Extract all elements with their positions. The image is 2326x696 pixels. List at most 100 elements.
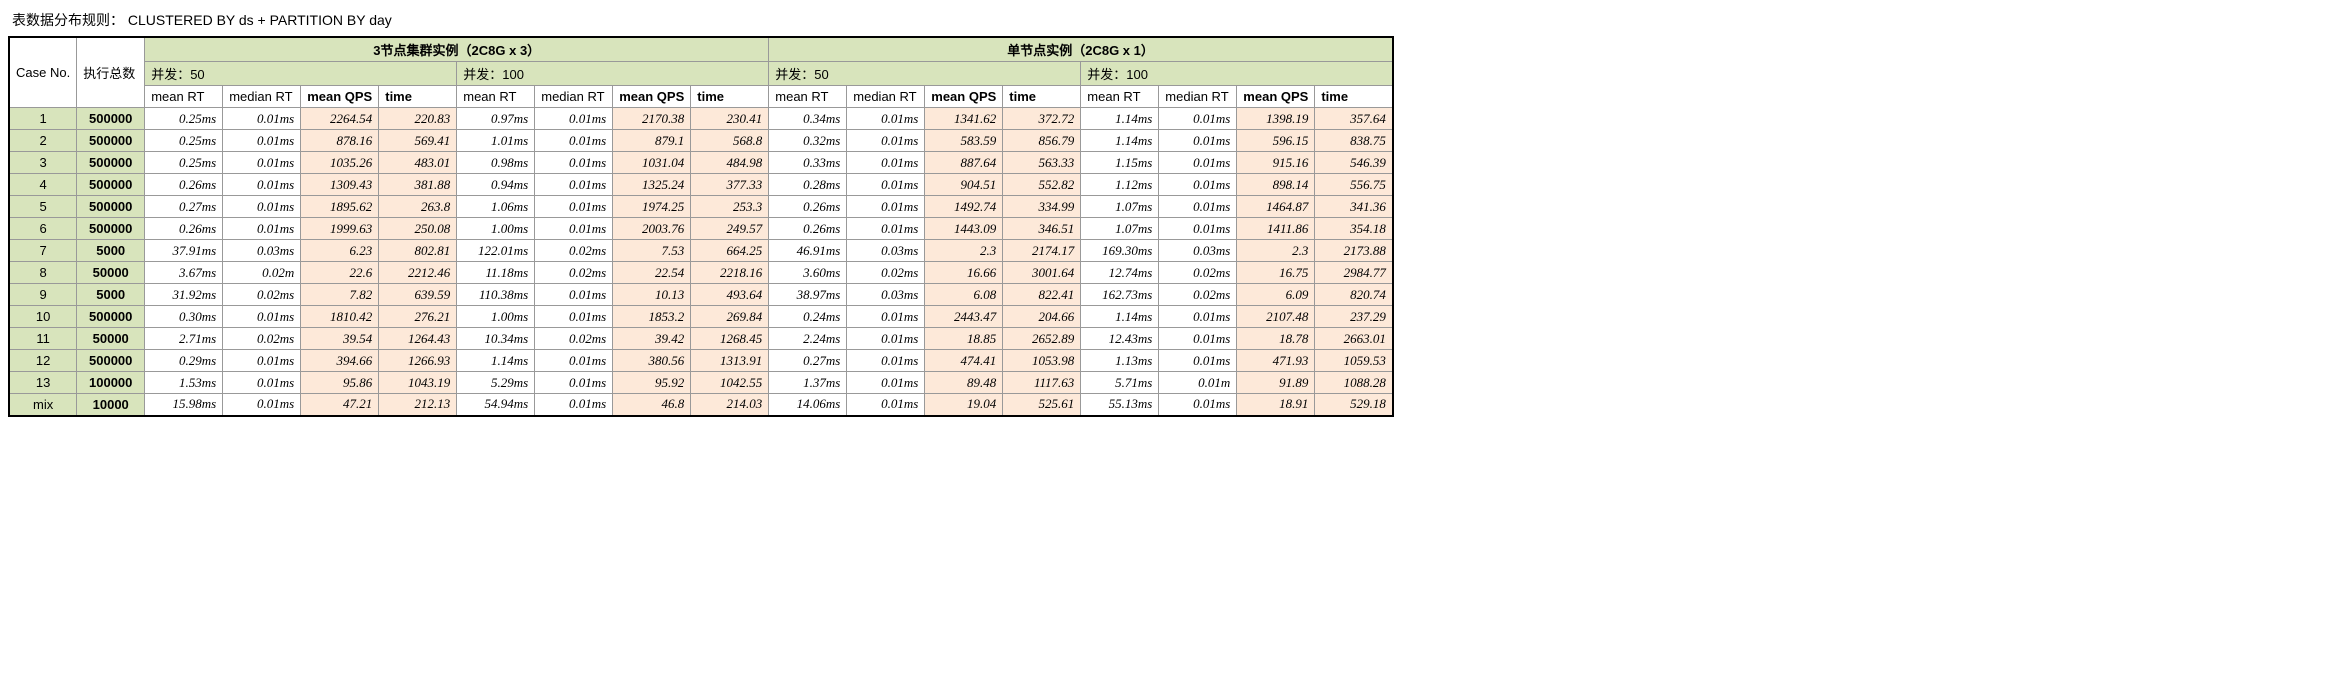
cell: 0.24ms [769, 306, 847, 328]
col-case-no: Case No. [9, 37, 77, 108]
cell: 214.03 [691, 394, 769, 416]
cell: 1.14ms [1081, 130, 1159, 152]
cell: 2652.89 [1003, 328, 1081, 350]
cell: 46.8 [613, 394, 691, 416]
cell: 46.91ms [769, 240, 847, 262]
cell: 0.03ms [847, 240, 925, 262]
cell: 1.00ms [457, 218, 535, 240]
cell: 1059.53 [1315, 350, 1393, 372]
cell: 1.12ms [1081, 174, 1159, 196]
exec-total: 5000 [77, 240, 145, 262]
exec-total: 500000 [77, 108, 145, 130]
cell: 2107.48 [1237, 306, 1315, 328]
cell: 0.01ms [847, 174, 925, 196]
cell: 0.29ms [145, 350, 223, 372]
cell: 493.64 [691, 284, 769, 306]
exec-total: 500000 [77, 196, 145, 218]
metric-median_rt: median RT [1159, 86, 1237, 108]
cell: 471.93 [1237, 350, 1315, 372]
cell: 6.08 [925, 284, 1003, 306]
cell: 0.01ms [1159, 130, 1237, 152]
cell: 12.43ms [1081, 328, 1159, 350]
cell: 0.01m [1159, 372, 1237, 394]
cell: 14.06ms [769, 394, 847, 416]
cluster-3node-header: 3节点集群实例（2C8G x 3） [145, 37, 769, 62]
cell: 0.01ms [535, 350, 613, 372]
cell: 0.01ms [223, 394, 301, 416]
cell: 0.01ms [1159, 174, 1237, 196]
cell: 2218.16 [691, 262, 769, 284]
cell: 596.15 [1237, 130, 1315, 152]
cell: 0.33ms [769, 152, 847, 174]
cell: 887.64 [925, 152, 1003, 174]
cell: 0.01ms [223, 152, 301, 174]
case-no: mix [9, 394, 77, 416]
cell: 276.21 [379, 306, 457, 328]
cell: 483.01 [379, 152, 457, 174]
cell: 2443.47 [925, 306, 1003, 328]
cell: 2212.46 [379, 262, 457, 284]
cell: 12.74ms [1081, 262, 1159, 284]
cell: 6.23 [301, 240, 379, 262]
cell: 6.09 [1237, 284, 1315, 306]
case-no: 12 [9, 350, 77, 372]
cell: 39.54 [301, 328, 379, 350]
cell: 0.28ms [769, 174, 847, 196]
cell: 3001.64 [1003, 262, 1081, 284]
case-no: 4 [9, 174, 77, 196]
cell: 5.71ms [1081, 372, 1159, 394]
cell: 0.01ms [223, 174, 301, 196]
cell: 0.01ms [535, 196, 613, 218]
cell: 18.91 [1237, 394, 1315, 416]
metric-median_rt: median RT [223, 86, 301, 108]
cell: 1088.28 [1315, 372, 1393, 394]
exec-total: 50000 [77, 328, 145, 350]
case-no: 11 [9, 328, 77, 350]
cell: 529.18 [1315, 394, 1393, 416]
conc-100-b: 并发：100 [1081, 62, 1393, 86]
cell: 37.91ms [145, 240, 223, 262]
cell: 1268.45 [691, 328, 769, 350]
cell: 0.01ms [223, 130, 301, 152]
exec-total: 5000 [77, 284, 145, 306]
cell: 22.54 [613, 262, 691, 284]
cell: 1043.19 [379, 372, 457, 394]
conc-100-a: 并发：100 [457, 62, 769, 86]
cell: 1266.93 [379, 350, 457, 372]
cell: 0.01ms [535, 130, 613, 152]
cell: 904.51 [925, 174, 1003, 196]
cell: 10.13 [613, 284, 691, 306]
cell: 122.01ms [457, 240, 535, 262]
cell: 2003.76 [613, 218, 691, 240]
cell: 1035.26 [301, 152, 379, 174]
cell: 0.26ms [145, 218, 223, 240]
cell: 0.01ms [1159, 108, 1237, 130]
cell: 1464.87 [1237, 196, 1315, 218]
conc-50-a: 并发：50 [145, 62, 457, 86]
cell: 563.33 [1003, 152, 1081, 174]
cell: 0.01ms [223, 108, 301, 130]
cell: 0.26ms [145, 174, 223, 196]
cell: 91.89 [1237, 372, 1315, 394]
cell: 0.01ms [847, 130, 925, 152]
cell: 1.13ms [1081, 350, 1159, 372]
cell: 380.56 [613, 350, 691, 372]
cell: 0.01ms [1159, 196, 1237, 218]
cell: 89.48 [925, 372, 1003, 394]
cell: 1.15ms [1081, 152, 1159, 174]
cell: 354.18 [1315, 218, 1393, 240]
metric-time: time [379, 86, 457, 108]
cell: 0.02ms [1159, 262, 1237, 284]
cell: 0.01ms [847, 218, 925, 240]
cell: 0.02m [223, 262, 301, 284]
cell: 0.01ms [847, 350, 925, 372]
cell: 220.83 [379, 108, 457, 130]
metric-mean_rt: mean RT [457, 86, 535, 108]
cell: 237.29 [1315, 306, 1393, 328]
case-no: 1 [9, 108, 77, 130]
cell: 0.27ms [769, 350, 847, 372]
cell: 879.1 [613, 130, 691, 152]
cell: 18.78 [1237, 328, 1315, 350]
distribution-rule-title: 表数据分布规则： CLUSTERED BY ds + PARTITION BY … [8, 8, 2318, 36]
cell: 95.86 [301, 372, 379, 394]
